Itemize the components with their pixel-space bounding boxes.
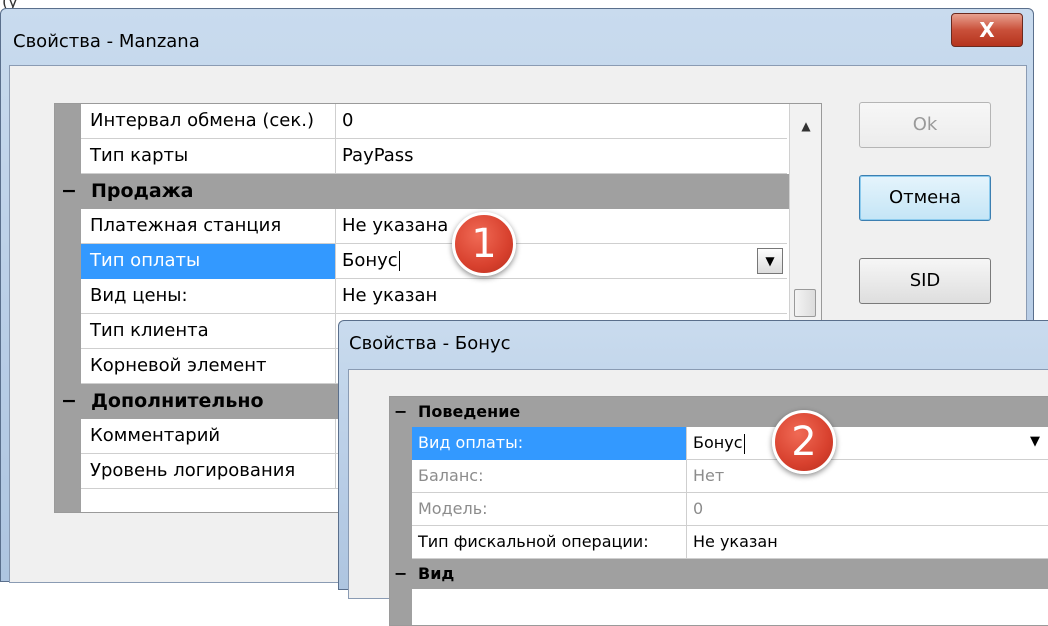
property-value[interactable]: PayPass [336, 139, 787, 174]
category-label: Дополнительно [91, 390, 264, 412]
combobox-value: Бонус [342, 250, 398, 271]
collapse-icon[interactable]: − [61, 384, 77, 418]
property-row-fiscal-operation-type[interactable]: Тип фискальной операции: Не указан [412, 526, 1048, 559]
text-caret [398, 251, 400, 271]
property-value[interactable]: Не указана [336, 209, 787, 244]
property-name: Платежная станция [81, 209, 336, 244]
chevron-down-icon[interactable]: ▼ [757, 248, 783, 274]
property-value[interactable]: Не указан [687, 526, 1048, 559]
callout-badge-1: 1 [452, 212, 516, 276]
property-row-card-type[interactable]: Тип карты PayPass [81, 139, 787, 174]
grid-gutter [55, 104, 81, 512]
property-row-model: Модель: 0 [412, 493, 1048, 526]
close-button[interactable]: X [951, 13, 1023, 47]
window-client-area: − Поведение Вид оплаты: Бонус Баланс: Не… [348, 369, 1048, 626]
category-sale[interactable]: − Продажа [55, 174, 789, 209]
property-row-exchange-interval[interactable]: Интервал обмена (сек.) 0 [81, 104, 787, 139]
category-label: Продажа [91, 180, 194, 202]
property-row-payment-type[interactable]: Тип оплаты Бонус ▼ [81, 244, 787, 279]
chevron-down-icon[interactable]: ▼ [1030, 434, 1040, 449]
grid-gutter [390, 397, 412, 625]
text-caret [743, 433, 745, 454]
property-row-balance: Баланс: Нет [412, 460, 1048, 493]
property-name: Интервал обмена (сек.) [81, 104, 336, 139]
bonus-property-grid: − Поведение Вид оплаты: Бонус Баланс: Не… [389, 396, 1048, 626]
category-view[interactable]: − Вид [390, 559, 1048, 589]
combobox-value: Бонус [693, 433, 743, 452]
property-value: Нет [693, 466, 725, 485]
scrollbar-thumb[interactable] [794, 289, 816, 317]
property-name: Тип карты [81, 139, 336, 174]
property-value: 0 [693, 499, 704, 518]
scroll-up-icon[interactable]: ▲ [790, 114, 822, 138]
property-name: Вид оплаты: [412, 427, 687, 460]
property-value[interactable]: 0 [336, 104, 787, 139]
window-title: Свойства - Бонус [349, 333, 511, 354]
category-behavior[interactable]: − Поведение [390, 397, 1048, 427]
category-label: Вид [418, 564, 455, 583]
property-name: Тип фискальной операции: [412, 526, 687, 559]
ok-button[interactable]: Ok [859, 102, 991, 148]
cancel-button[interactable]: Отмена [859, 175, 991, 221]
window-title: Свойства - Manzana [13, 31, 200, 52]
sid-button[interactable]: SID [859, 258, 991, 304]
property-name: Вид цены: [81, 279, 336, 314]
collapse-icon[interactable]: − [61, 174, 77, 208]
collapse-icon[interactable]: − [394, 559, 408, 588]
property-name: Модель: [412, 493, 687, 526]
collapse-icon[interactable]: − [394, 397, 408, 426]
property-name: Корневой элемент [81, 349, 336, 384]
property-row-price-kind[interactable]: Вид цены: Не указан [81, 279, 787, 314]
property-value[interactable]: Не указан [336, 279, 787, 314]
callout-badge-2: 2 [772, 410, 836, 474]
property-name: Тип оплаты [81, 244, 336, 279]
category-label: Поведение [418, 402, 521, 421]
property-name: Баланс: [412, 460, 687, 493]
property-name: Уровень логирования [81, 454, 336, 489]
property-name: Тип клиента [81, 314, 336, 349]
bonus-properties-window: Свойства - Бонус − Поведение Вид оплаты:… [338, 320, 1048, 626]
payment-type-combobox[interactable]: Бонус ▼ [336, 244, 787, 279]
property-name: Комментарий [81, 419, 336, 454]
property-row-payment-station[interactable]: Платежная станция Не указана [81, 209, 787, 244]
payment-kind-combobox[interactable]: Бонус [687, 427, 1048, 460]
property-row-payment-kind[interactable]: Вид оплаты: Бонус [412, 427, 1048, 460]
